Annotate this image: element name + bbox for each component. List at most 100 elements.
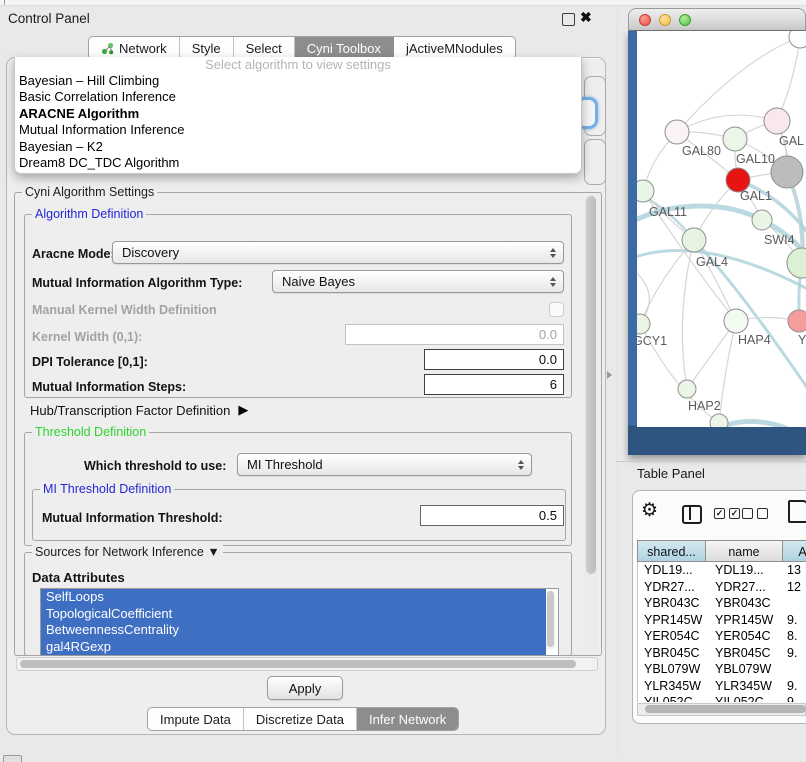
select-all-columns-icon[interactable]: ✓ ✓: [714, 508, 740, 519]
network-node-gal11[interactable]: [637, 180, 654, 202]
node-label-swi4: SWI4: [764, 233, 795, 247]
table-header: shared...nameA: [637, 540, 806, 562]
table-cell: YBR043C: [638, 595, 707, 612]
show-columns-icon[interactable]: [682, 505, 702, 524]
mi-algorithm-type-select[interactable]: Naive Bayes: [272, 270, 564, 293]
node-label-gal80: GAL80: [682, 144, 721, 158]
settings-hscrollbar-thumb[interactable]: [20, 660, 576, 668]
mi-steps-value: 6: [550, 377, 557, 392]
network-node-gray-node[interactable]: [771, 156, 803, 188]
network-node-gal10[interactable]: [723, 127, 747, 151]
algorithm-option-bayesian-k2[interactable]: Bayesian – K2: [15, 139, 581, 155]
node-label-hap2: HAP2: [688, 399, 721, 413]
attribute-gal4rgexp[interactable]: gal4RGexp: [41, 639, 546, 656]
tab-impute-data[interactable]: Impute Data: [148, 708, 244, 730]
zoom-window-button[interactable]: [679, 14, 691, 26]
table-row[interactable]: YBR043CYBR043C: [638, 595, 806, 612]
combo-arrows-icon: [550, 277, 556, 287]
deselect-all-columns-icon[interactable]: [742, 508, 768, 519]
minimize-window-button[interactable]: [659, 14, 671, 26]
algorithm-definition-title: Algorithm Definition: [32, 207, 146, 221]
algorithm-option-aracne-algorithm[interactable]: ARACNE Algorithm: [15, 106, 581, 122]
close-panel-icon[interactable]: ✖: [580, 9, 592, 26]
table-cell: YER054C: [638, 628, 707, 645]
node-label-hap4: HAP4: [738, 333, 771, 347]
table-row[interactable]: YIL052CYIL052C9: [638, 694, 806, 702]
table-row[interactable]: YER054CYER054C8.: [638, 628, 806, 645]
table-hscrollbar-thumb[interactable]: [645, 705, 806, 713]
network-node-hap4[interactable]: [724, 309, 748, 333]
settings-vscrollbar-thumb[interactable]: [586, 196, 596, 574]
network-node-big-green[interactable]: [787, 248, 806, 278]
attribute-topologicalcoefficient[interactable]: TopologicalCoefficient: [41, 606, 546, 623]
network-window-titlebar[interactable]: [628, 8, 806, 31]
float-panel-icon[interactable]: [562, 13, 575, 26]
algorithm-option-bayesian-hill-climbing[interactable]: Bayesian – Hill Climbing: [15, 73, 581, 89]
network-node-gal4[interactable]: [682, 228, 706, 252]
table-row[interactable]: YDL19...YDL19...13: [638, 562, 806, 579]
network-node-gcy1[interactable]: [637, 314, 650, 334]
column-header-a[interactable]: A: [783, 540, 806, 562]
cyni-bottom-tabs: Impute Data Discretize Data Infer Network: [147, 707, 459, 731]
network-canvas[interactable]: GALGAL80GAL10GAL1GAL11SWI4GAL4GCY1HAP4YH…: [637, 31, 806, 427]
tab-style[interactable]: Style: [180, 37, 234, 59]
network-node-hap2[interactable]: [678, 380, 696, 398]
expand-right-icon[interactable]: ▶: [238, 402, 248, 418]
aracne-mode-label: Aracne Mode:: [32, 247, 115, 261]
which-threshold-select[interactable]: MI Threshold: [237, 453, 532, 476]
network-node-swi4[interactable]: [752, 210, 772, 230]
network-node-partial-top[interactable]: [789, 31, 806, 48]
table-row[interactable]: YBR045CYBR045C9.: [638, 645, 806, 662]
gear-icon[interactable]: ⚙: [641, 501, 658, 521]
network-node-gal-upper[interactable]: [764, 108, 790, 134]
mi-threshold-field[interactable]: 0.5: [420, 505, 564, 526]
minimized-panel-icon[interactable]: [3, 755, 22, 762]
data-attributes-list[interactable]: SelfLoopsTopologicalCoefficientBetweenne…: [40, 588, 559, 656]
table-row[interactable]: YBL079WYBL079W: [638, 661, 806, 678]
column-header-shared[interactable]: shared...: [637, 540, 706, 562]
attribute-selfloops[interactable]: SelfLoops: [41, 589, 546, 606]
algorithm-option-dream8-dc-tdc-algorithm[interactable]: Dream8 DC_TDC Algorithm: [15, 155, 581, 171]
mi-threshold-value: 0.5: [539, 508, 557, 523]
tab-label: Discretize Data: [256, 712, 344, 727]
dpi-tolerance-field[interactable]: 0.0: [424, 349, 564, 370]
network-node-salmon-node[interactable]: [788, 310, 806, 332]
network-window-frame: GALGAL80GAL10GAL1GAL11SWI4GAL4GCY1HAP4YH…: [628, 31, 806, 455]
network-node-gal80[interactable]: [665, 120, 689, 144]
manual-kernel-width-checkbox[interactable]: [549, 302, 564, 317]
table-cell: 12: [784, 579, 806, 596]
table-mode-icon[interactable]: [788, 500, 806, 523]
attributes-scrollbar-thumb[interactable]: [547, 591, 554, 647]
table-cell: YLR345W: [638, 678, 707, 695]
table-row[interactable]: YDR27...YDR27...12: [638, 579, 806, 596]
tab-label: Style: [192, 41, 221, 56]
tab-jactivemnodules[interactable]: jActiveMNodules: [394, 37, 515, 59]
tab-infer-network[interactable]: Infer Network: [357, 708, 458, 730]
tab-network[interactable]: Network: [89, 37, 180, 59]
tab-select[interactable]: Select: [234, 37, 295, 59]
collapse-down-icon[interactable]: ▼: [207, 545, 219, 559]
network-node-bottom-node[interactable]: [710, 414, 728, 427]
algorithm-option-basic-correlation-inference[interactable]: Basic Correlation Inference: [15, 89, 581, 105]
table-row[interactable]: YLR345WYLR345W9.: [638, 678, 806, 695]
sources-group-title[interactable]: Sources for Network Inference ▼: [32, 545, 223, 559]
kernel-width-field[interactable]: 0.0: [345, 324, 564, 345]
mi-steps-field[interactable]: 6: [424, 374, 564, 395]
node-label-gal10: GAL10: [736, 152, 775, 166]
table-cell: YDL19...: [638, 562, 707, 579]
tab-cyni-toolbox[interactable]: Cyni Toolbox: [295, 37, 394, 59]
cursor-artifact: [607, 371, 612, 379]
table-row[interactable]: YPR145WYPR145W9.: [638, 612, 806, 629]
dock-divider: [617, 6, 618, 756]
hub-definition-disclosure[interactable]: Hub/Transcription Factor Definition ▶: [30, 402, 248, 418]
combo-arrows-icon: [518, 460, 524, 470]
algorithm-option-mutual-information-inference[interactable]: Mutual Information Inference: [15, 122, 581, 138]
apply-button[interactable]: Apply: [267, 676, 343, 700]
column-header-name[interactable]: name: [706, 540, 783, 562]
tab-discretize-data[interactable]: Discretize Data: [244, 708, 357, 730]
table-cell: YER054C: [707, 628, 784, 645]
settings-group-title: Cyni Algorithm Settings: [22, 185, 157, 199]
close-window-button[interactable]: [639, 14, 651, 26]
attribute-betweennesscentrality[interactable]: BetweennessCentrality: [41, 622, 546, 639]
aracne-mode-select[interactable]: Discovery: [112, 241, 564, 264]
